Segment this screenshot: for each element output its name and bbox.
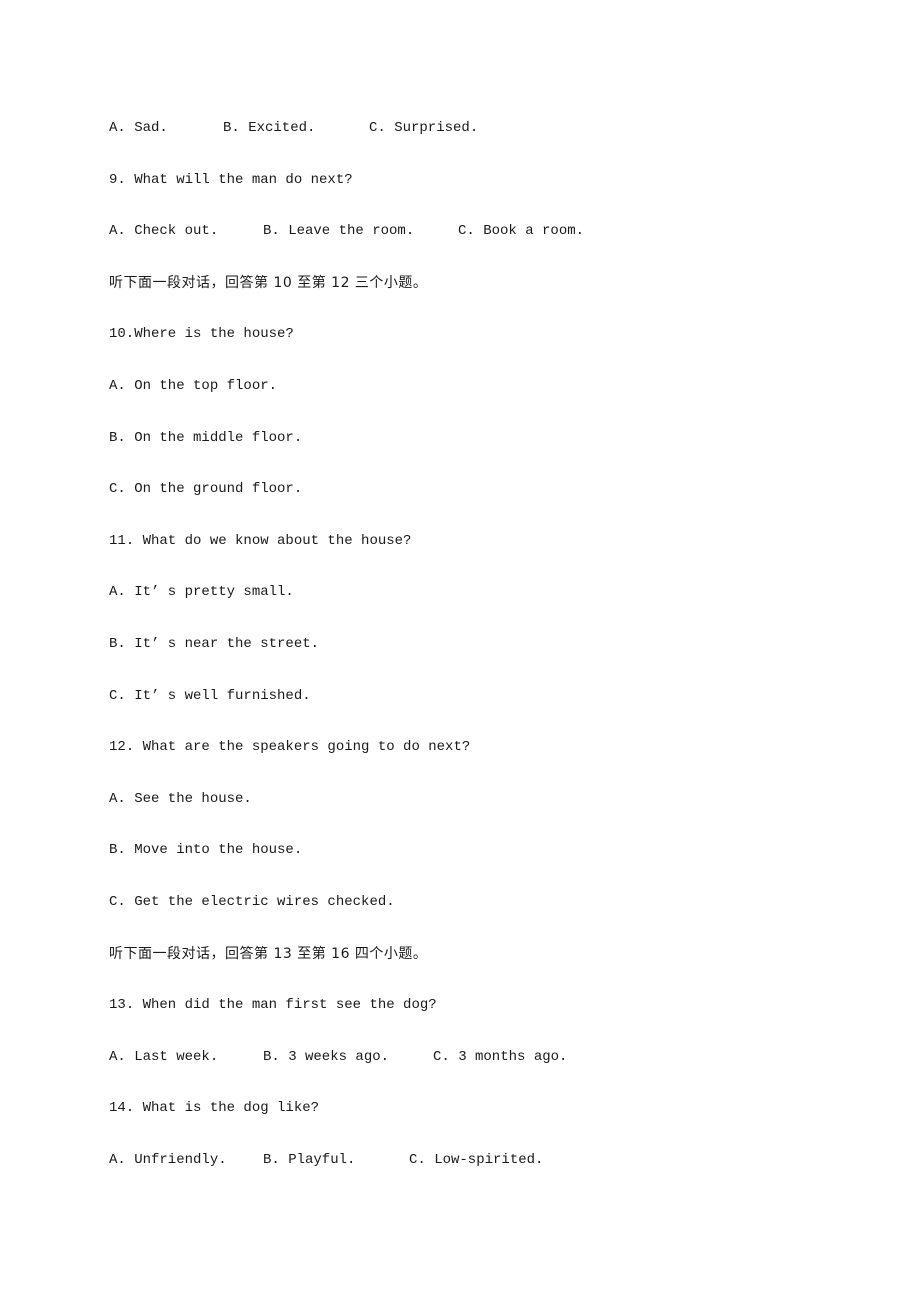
q10-option-b: B. On the middle floor. — [109, 429, 303, 446]
q14-options: A. Unfriendly. B. Playful. C. Low-spirit… — [109, 1150, 869, 1202]
question-13: 13. When did the man first see the dog? — [109, 997, 437, 1014]
question-9: 9. What will the man do next? — [109, 171, 353, 188]
question-12: 12. What are the speakers going to do ne… — [109, 739, 471, 756]
q10-option-c: C. On the ground floor. — [109, 481, 303, 498]
q8-option-b: B. Excited. — [223, 120, 316, 136]
question-11: 11. What do we know about the house? — [109, 532, 412, 549]
question-10: 10.Where is the house? — [109, 326, 294, 343]
q10-option-a: A. On the top floor. — [109, 377, 278, 394]
q13-option-c: C. 3 months ago. — [433, 1048, 568, 1065]
q9-option-a: A. Check out. — [109, 223, 219, 240]
q8-option-a: A. Sad. — [109, 120, 168, 136]
q9-options: A. Check out. B. Leave the room. C. Book… — [109, 221, 869, 273]
q13-option-b: B. 3 weeks ago. — [263, 1048, 390, 1065]
q14-option-c: C. Low-spirited. — [409, 1151, 544, 1168]
q12-option-c: C. Get the electric wires checked. — [109, 893, 395, 910]
q14-option-b: B. Playful. — [263, 1151, 356, 1168]
q9-option-c: C. Book a room. — [458, 223, 585, 240]
q12-option-a: A. See the house. — [109, 790, 252, 807]
q8-option-c: C. Surprised. — [369, 120, 479, 136]
section-instruction-13-16: 听下面一段对话，回答第 13 至第 16 四个小题。 — [109, 945, 428, 962]
q9-option-b: B. Leave the room. — [263, 223, 415, 240]
q11-option-b: B. It’ s near the street. — [109, 635, 320, 652]
document-page: A. Sad. B. Excited. C. Surprised. 9. Wha… — [109, 118, 869, 1201]
section-instruction-10-12: 听下面一段对话，回答第 10 至第 12 三个小题。 — [109, 274, 428, 291]
q12-option-b: B. Move into the house. — [109, 842, 303, 859]
q14-option-a: A. Unfriendly. — [109, 1151, 227, 1168]
q8-options: A. Sad. B. Excited. C. Surprised. — [109, 118, 869, 170]
q13-options: A. Last week. B. 3 weeks ago. C. 3 month… — [109, 1047, 869, 1099]
q11-option-a: A. It’ s pretty small. — [109, 584, 294, 601]
q13-option-a: A. Last week. — [109, 1048, 219, 1065]
question-14: 14. What is the dog like? — [109, 1100, 320, 1117]
q11-option-c: C. It’ s well furnished. — [109, 687, 311, 704]
